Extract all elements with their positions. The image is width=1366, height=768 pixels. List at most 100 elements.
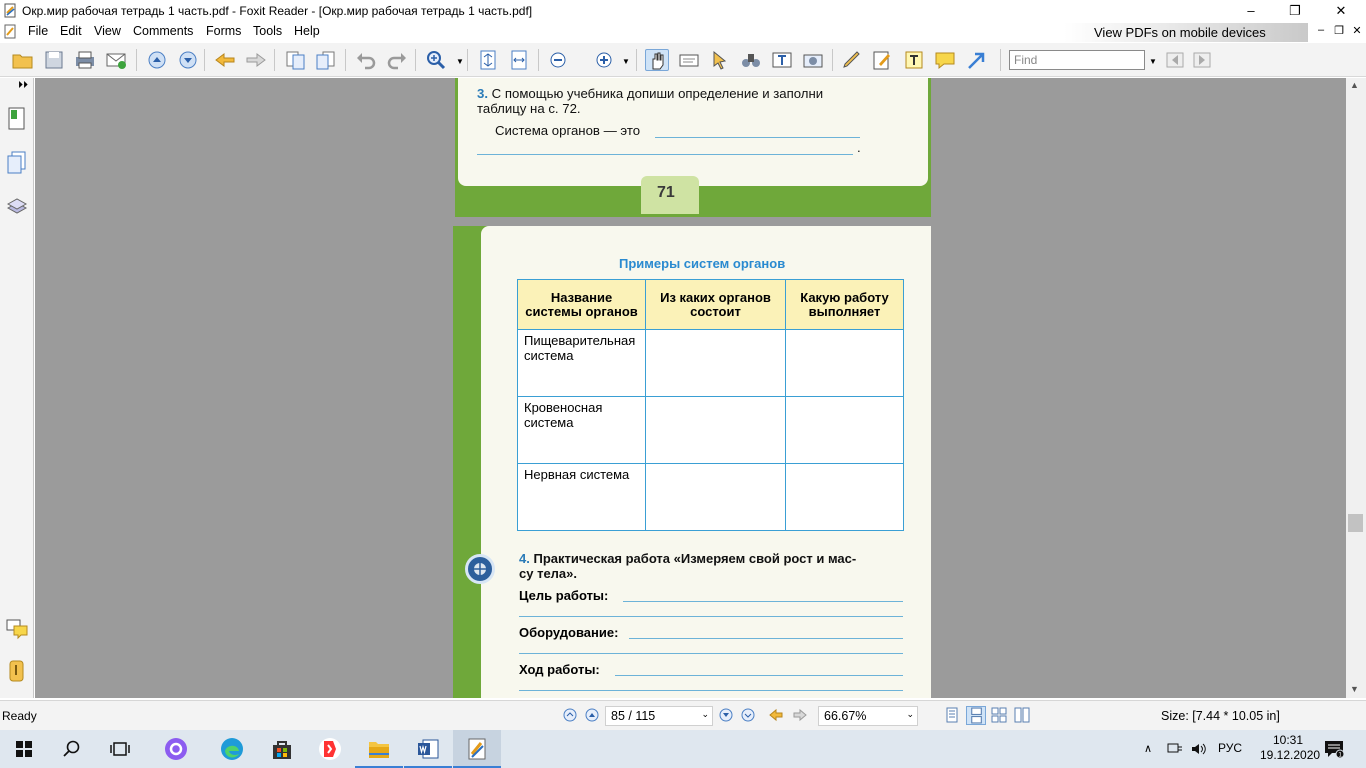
document-viewer[interactable]: 3. С помощью учебника допиши определение… bbox=[35, 78, 1346, 698]
scroll-down-icon[interactable]: ▼ bbox=[1350, 684, 1359, 694]
menu-edit[interactable]: Edit bbox=[58, 24, 84, 38]
scrollbar-thumb[interactable] bbox=[1348, 514, 1363, 532]
forward-view-icon[interactable] bbox=[792, 708, 808, 722]
menu-tools[interactable]: Tools bbox=[251, 24, 284, 38]
find-input[interactable]: Find bbox=[1009, 50, 1145, 70]
continuous-facing-view-icon[interactable] bbox=[1014, 707, 1030, 723]
find-options-dropdown-icon[interactable]: ▼ bbox=[1149, 57, 1157, 66]
bookmarks-panel-icon[interactable] bbox=[5, 106, 29, 132]
print-icon[interactable] bbox=[73, 49, 97, 71]
menu-comments[interactable]: Comments bbox=[131, 24, 195, 38]
first-page-icon[interactable] bbox=[563, 708, 577, 722]
restore-button[interactable]: ❐ bbox=[1272, 0, 1318, 22]
next-page-status-icon[interactable] bbox=[719, 708, 733, 722]
select-annotation-icon[interactable] bbox=[708, 49, 732, 71]
task-view-icon[interactable] bbox=[96, 730, 144, 768]
question-4-line2: су тела». bbox=[519, 565, 577, 581]
minimize-button[interactable]: – bbox=[1228, 0, 1274, 22]
zoom-dropdown-status-icon[interactable]: ⌄ bbox=[906, 709, 914, 720]
notifications-icon[interactable]: 1 bbox=[1324, 740, 1345, 759]
redo-icon[interactable] bbox=[385, 49, 409, 71]
zoom-plus-icon[interactable] bbox=[592, 49, 616, 71]
alice-assistant-icon[interactable] bbox=[152, 730, 200, 768]
row-name-circulatory: Кровеносная система bbox=[517, 396, 646, 464]
pages-panel-icon[interactable] bbox=[5, 150, 29, 176]
doc-minimize-button[interactable]: – bbox=[1312, 24, 1330, 40]
save-icon[interactable] bbox=[42, 49, 66, 71]
previous-page-icon[interactable] bbox=[585, 708, 599, 722]
typewriter-icon[interactable] bbox=[770, 49, 794, 71]
prev-page-icon[interactable] bbox=[145, 49, 169, 71]
language-indicator[interactable]: РУС bbox=[1218, 741, 1242, 755]
show-hidden-icons-icon[interactable]: ∧ bbox=[1144, 742, 1152, 755]
last-page-icon[interactable] bbox=[741, 708, 755, 722]
doc-restore-button[interactable]: ❐ bbox=[1330, 24, 1348, 40]
doc-icon bbox=[4, 24, 18, 39]
network-icon[interactable] bbox=[1166, 741, 1184, 757]
page-number-field[interactable]: 85 / 115 ⌄ bbox=[605, 706, 713, 726]
menu-view[interactable]: View bbox=[92, 24, 123, 38]
snapshot-icon[interactable] bbox=[801, 49, 825, 71]
back-icon[interactable] bbox=[213, 49, 237, 71]
next-page-icon[interactable] bbox=[176, 49, 200, 71]
scroll-up-icon[interactable]: ▲ bbox=[1350, 80, 1359, 90]
pencil-markup-icon[interactable] bbox=[840, 49, 864, 71]
email-icon[interactable] bbox=[104, 49, 128, 71]
find-previous-icon[interactable] bbox=[1163, 49, 1187, 71]
clock-date: 19.12.2020 bbox=[1260, 748, 1321, 762]
fit-width-icon[interactable] bbox=[507, 49, 531, 71]
forward-icon[interactable] bbox=[244, 49, 268, 71]
store-icon[interactable] bbox=[258, 730, 306, 768]
zoom-dropdown-icon[interactable]: ▼ bbox=[456, 57, 464, 66]
close-button[interactable]: ✕ bbox=[1318, 0, 1364, 22]
definition-period: . bbox=[857, 140, 861, 155]
header-organs: Из каких органов состоит bbox=[645, 279, 786, 330]
textbox-icon[interactable] bbox=[902, 49, 926, 71]
arrow-tool-icon[interactable] bbox=[965, 49, 989, 71]
menu-help[interactable]: Help bbox=[292, 24, 322, 38]
zoom-level-field[interactable]: 66.67% ⌄ bbox=[818, 706, 918, 726]
menu-file[interactable]: File bbox=[26, 24, 50, 38]
comment-icon[interactable] bbox=[933, 49, 957, 71]
mobile-ad-banner[interactable]: View PDFs on mobile devices bbox=[1064, 23, 1308, 42]
single-page-view-icon[interactable] bbox=[944, 707, 960, 723]
page-number: 71 bbox=[657, 184, 675, 201]
search-icon[interactable] bbox=[48, 730, 96, 768]
answer-line bbox=[623, 601, 903, 602]
volume-icon[interactable] bbox=[1190, 741, 1208, 757]
edge-browser-icon[interactable] bbox=[208, 730, 256, 768]
undo-icon[interactable] bbox=[354, 49, 378, 71]
comments-panel-icon[interactable] bbox=[5, 616, 29, 642]
zoom-level-dropdown-icon[interactable]: ▼ bbox=[622, 57, 630, 66]
continuous-view-icon[interactable] bbox=[966, 706, 986, 725]
file-explorer-icon[interactable] bbox=[355, 730, 403, 768]
zoom-out-icon[interactable] bbox=[546, 49, 570, 71]
back-view-icon[interactable] bbox=[768, 708, 784, 722]
doc-close-button[interactable]: ✕ bbox=[1348, 24, 1366, 40]
layers-panel-icon[interactable] bbox=[5, 194, 29, 220]
page-dropdown-icon[interactable]: ⌄ bbox=[701, 709, 709, 720]
fit-page-icon[interactable] bbox=[476, 49, 500, 71]
find-next-icon[interactable] bbox=[1190, 49, 1214, 71]
start-button[interactable] bbox=[0, 730, 48, 768]
insert-pages-icon[interactable] bbox=[314, 49, 338, 71]
expand-panel-icon[interactable]: ⏵⏵ bbox=[18, 80, 28, 91]
clock[interactable]: 10:31 19.12.2020 bbox=[1260, 733, 1321, 763]
hand-tool-icon[interactable] bbox=[645, 49, 669, 71]
menu-forms[interactable]: Forms bbox=[204, 24, 243, 38]
open-icon[interactable] bbox=[11, 49, 35, 71]
note-pencil-icon[interactable] bbox=[871, 49, 895, 71]
vertical-scrollbar[interactable]: ▲ ▼ bbox=[1346, 78, 1366, 698]
question-4-number: 4. bbox=[519, 551, 530, 566]
facing-view-icon[interactable] bbox=[991, 707, 1007, 723]
zoom-in-icon[interactable] bbox=[424, 49, 448, 71]
extract-pages-icon[interactable] bbox=[283, 49, 307, 71]
empty-cell bbox=[645, 463, 786, 531]
word-icon[interactable] bbox=[404, 730, 452, 768]
find-binoculars-icon[interactable] bbox=[739, 49, 763, 71]
status-bar: Ready 85 / 115 ⌄ 66.67% ⌄ Size: [7.44 * … bbox=[0, 700, 1366, 730]
attachments-panel-icon[interactable] bbox=[5, 658, 29, 684]
yandex-browser-icon[interactable] bbox=[306, 730, 354, 768]
foxit-reader-icon[interactable] bbox=[453, 730, 501, 768]
select-text-icon[interactable] bbox=[677, 49, 701, 71]
